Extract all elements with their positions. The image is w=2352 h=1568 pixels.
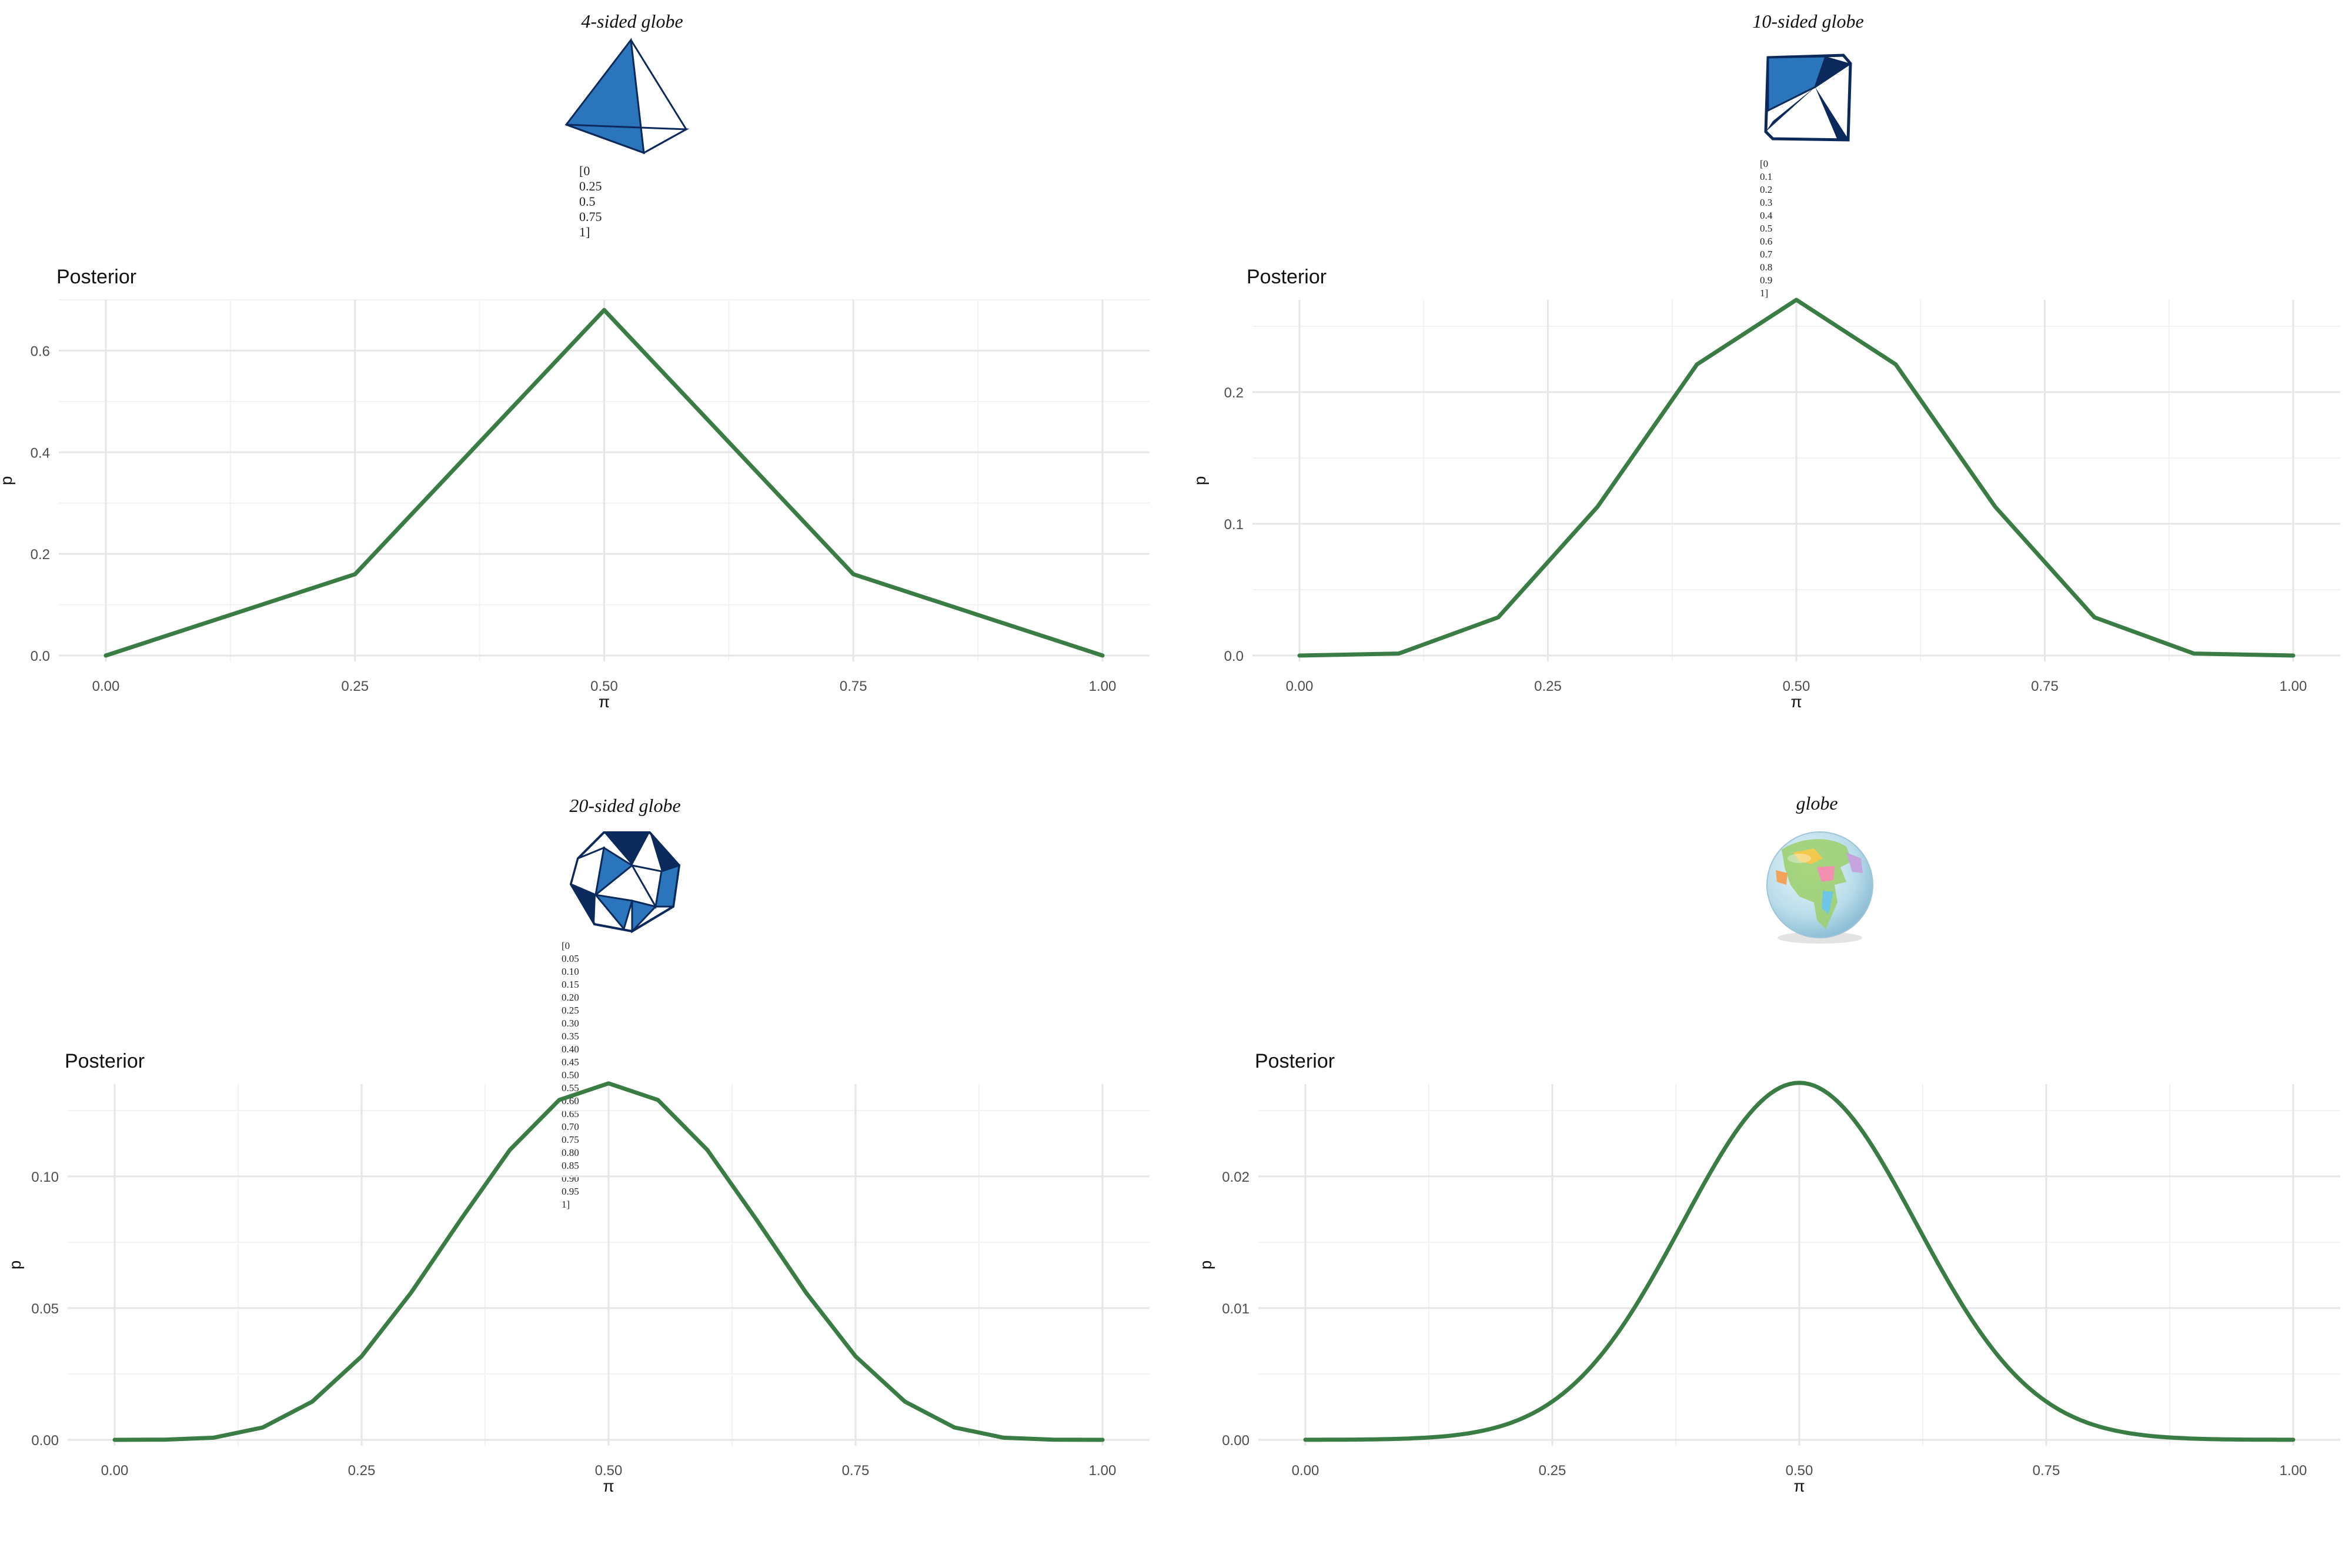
x-tick-label: 0.25 bbox=[341, 678, 369, 694]
x-tick-label: 0.75 bbox=[2033, 1463, 2060, 1479]
globe-caption: 20-sided globe bbox=[569, 795, 681, 816]
chart-title: Posterior bbox=[65, 1050, 145, 1072]
x-tick-label: 0.50 bbox=[595, 1463, 623, 1479]
x-tick-label: 0.50 bbox=[1783, 678, 1810, 694]
globe-caption: 4-sided globe bbox=[581, 11, 683, 32]
x-tick-label: 0.75 bbox=[840, 678, 867, 694]
y-tick-label: 0.0 bbox=[31, 648, 50, 664]
y-tick-label: 0.00 bbox=[31, 1433, 59, 1449]
x-tick-label: 0.00 bbox=[1286, 678, 1314, 694]
chart-title: Posterior bbox=[1247, 266, 1327, 288]
y-axis-title: p bbox=[1197, 1261, 1215, 1270]
globe-values-line: [0 0.1 0.2 0.3 0.4 0.5 bbox=[1760, 158, 1773, 234]
y-tick-label: 0.01 bbox=[1222, 1301, 1250, 1317]
y-tick-label: 0.2 bbox=[1224, 385, 1244, 401]
y-tick-label: 0.4 bbox=[31, 445, 50, 461]
x-tick-label: 1.00 bbox=[1089, 678, 1117, 694]
x-axis-title: π bbox=[1790, 693, 1802, 711]
globe-values-line: 0.6 0.7 0.8 0.9 1] bbox=[1760, 236, 1773, 299]
y-tick-label: 0.6 bbox=[31, 343, 50, 359]
x-tick-label: 0.00 bbox=[101, 1463, 129, 1479]
y-axis-title: p bbox=[0, 476, 15, 486]
y-tick-label: 0.00 bbox=[1222, 1433, 1250, 1449]
x-tick-label: 1.00 bbox=[2280, 1463, 2307, 1479]
y-tick-label: 0.10 bbox=[31, 1169, 59, 1185]
x-tick-label: 1.00 bbox=[1089, 1463, 1117, 1479]
posterior-chart-10-sided: 0.0 0.1 0.2 0.00 0.25 0.50 0.75 1.00 π p bbox=[1191, 297, 2340, 711]
x-tick-label: 0.25 bbox=[1539, 1463, 1566, 1479]
globe-values: [0 0.25 0.5 0.75 1] bbox=[579, 163, 602, 240]
decahedron-icon bbox=[1764, 54, 1852, 142]
x-tick-label: 0.50 bbox=[1786, 1463, 1813, 1479]
globe-values: [0 0.1 0.2 0.3 0.4 0.5 0.6 0.7 0.8 0.9 1… bbox=[1760, 158, 1772, 300]
y-axis-title: p bbox=[1191, 476, 1209, 486]
chart-title: Posterior bbox=[56, 266, 137, 288]
posterior-chart-4-sided: 0.0 0.2 0.4 0.6 0.00 0.25 0.50 0.75 1.00 π p bbox=[0, 299, 1150, 711]
x-tick-label: 0.75 bbox=[2031, 678, 2059, 694]
y-tick-label: 0.02 bbox=[1222, 1169, 1250, 1185]
x-axis-title: π bbox=[1793, 1477, 1805, 1495]
earth-globe-icon bbox=[1766, 831, 1873, 944]
x-tick-label: 0.50 bbox=[590, 678, 618, 694]
y-tick-label: 0.0 bbox=[1224, 648, 1244, 664]
y-tick-label: 0.05 bbox=[31, 1301, 59, 1317]
x-tick-label: 0.75 bbox=[842, 1463, 870, 1479]
globe-values-line: [0 0.05 0.10 0.15 0.20 0.25 0.30 bbox=[562, 940, 579, 1029]
y-tick-label: 0.1 bbox=[1224, 517, 1244, 533]
x-tick-label: 0.25 bbox=[348, 1463, 376, 1479]
tetrahedron-icon bbox=[564, 38, 690, 155]
x-tick-label: 0.25 bbox=[1534, 678, 1562, 694]
globe-values-line: [0 0.25 0.5 0.75 1] bbox=[579, 163, 602, 239]
globe-caption: 10-sided globe bbox=[1752, 11, 1864, 32]
chart-title: Posterior bbox=[1255, 1050, 1335, 1072]
globe-caption: globe bbox=[1796, 793, 1838, 814]
x-tick-label: 0.00 bbox=[92, 678, 120, 694]
icosahedron-icon bbox=[569, 831, 681, 934]
x-axis-title: π bbox=[599, 693, 610, 711]
y-tick-label: 0.2 bbox=[31, 547, 50, 563]
x-axis-title: π bbox=[603, 1477, 614, 1495]
x-tick-label: 1.00 bbox=[2280, 678, 2307, 694]
x-tick-label: 0.00 bbox=[1292, 1463, 1319, 1479]
posterior-chart-20-sided: 0.00 0.05 0.10 0.00 0.25 0.50 0.75 1.00 π p bbox=[6, 1081, 1150, 1495]
y-axis-title: p bbox=[6, 1261, 24, 1270]
posterior-chart-globe: 0.00 0.01 0.02 0.00 0.25 0.50 0.75 1.00 π p bbox=[1197, 1081, 2340, 1495]
